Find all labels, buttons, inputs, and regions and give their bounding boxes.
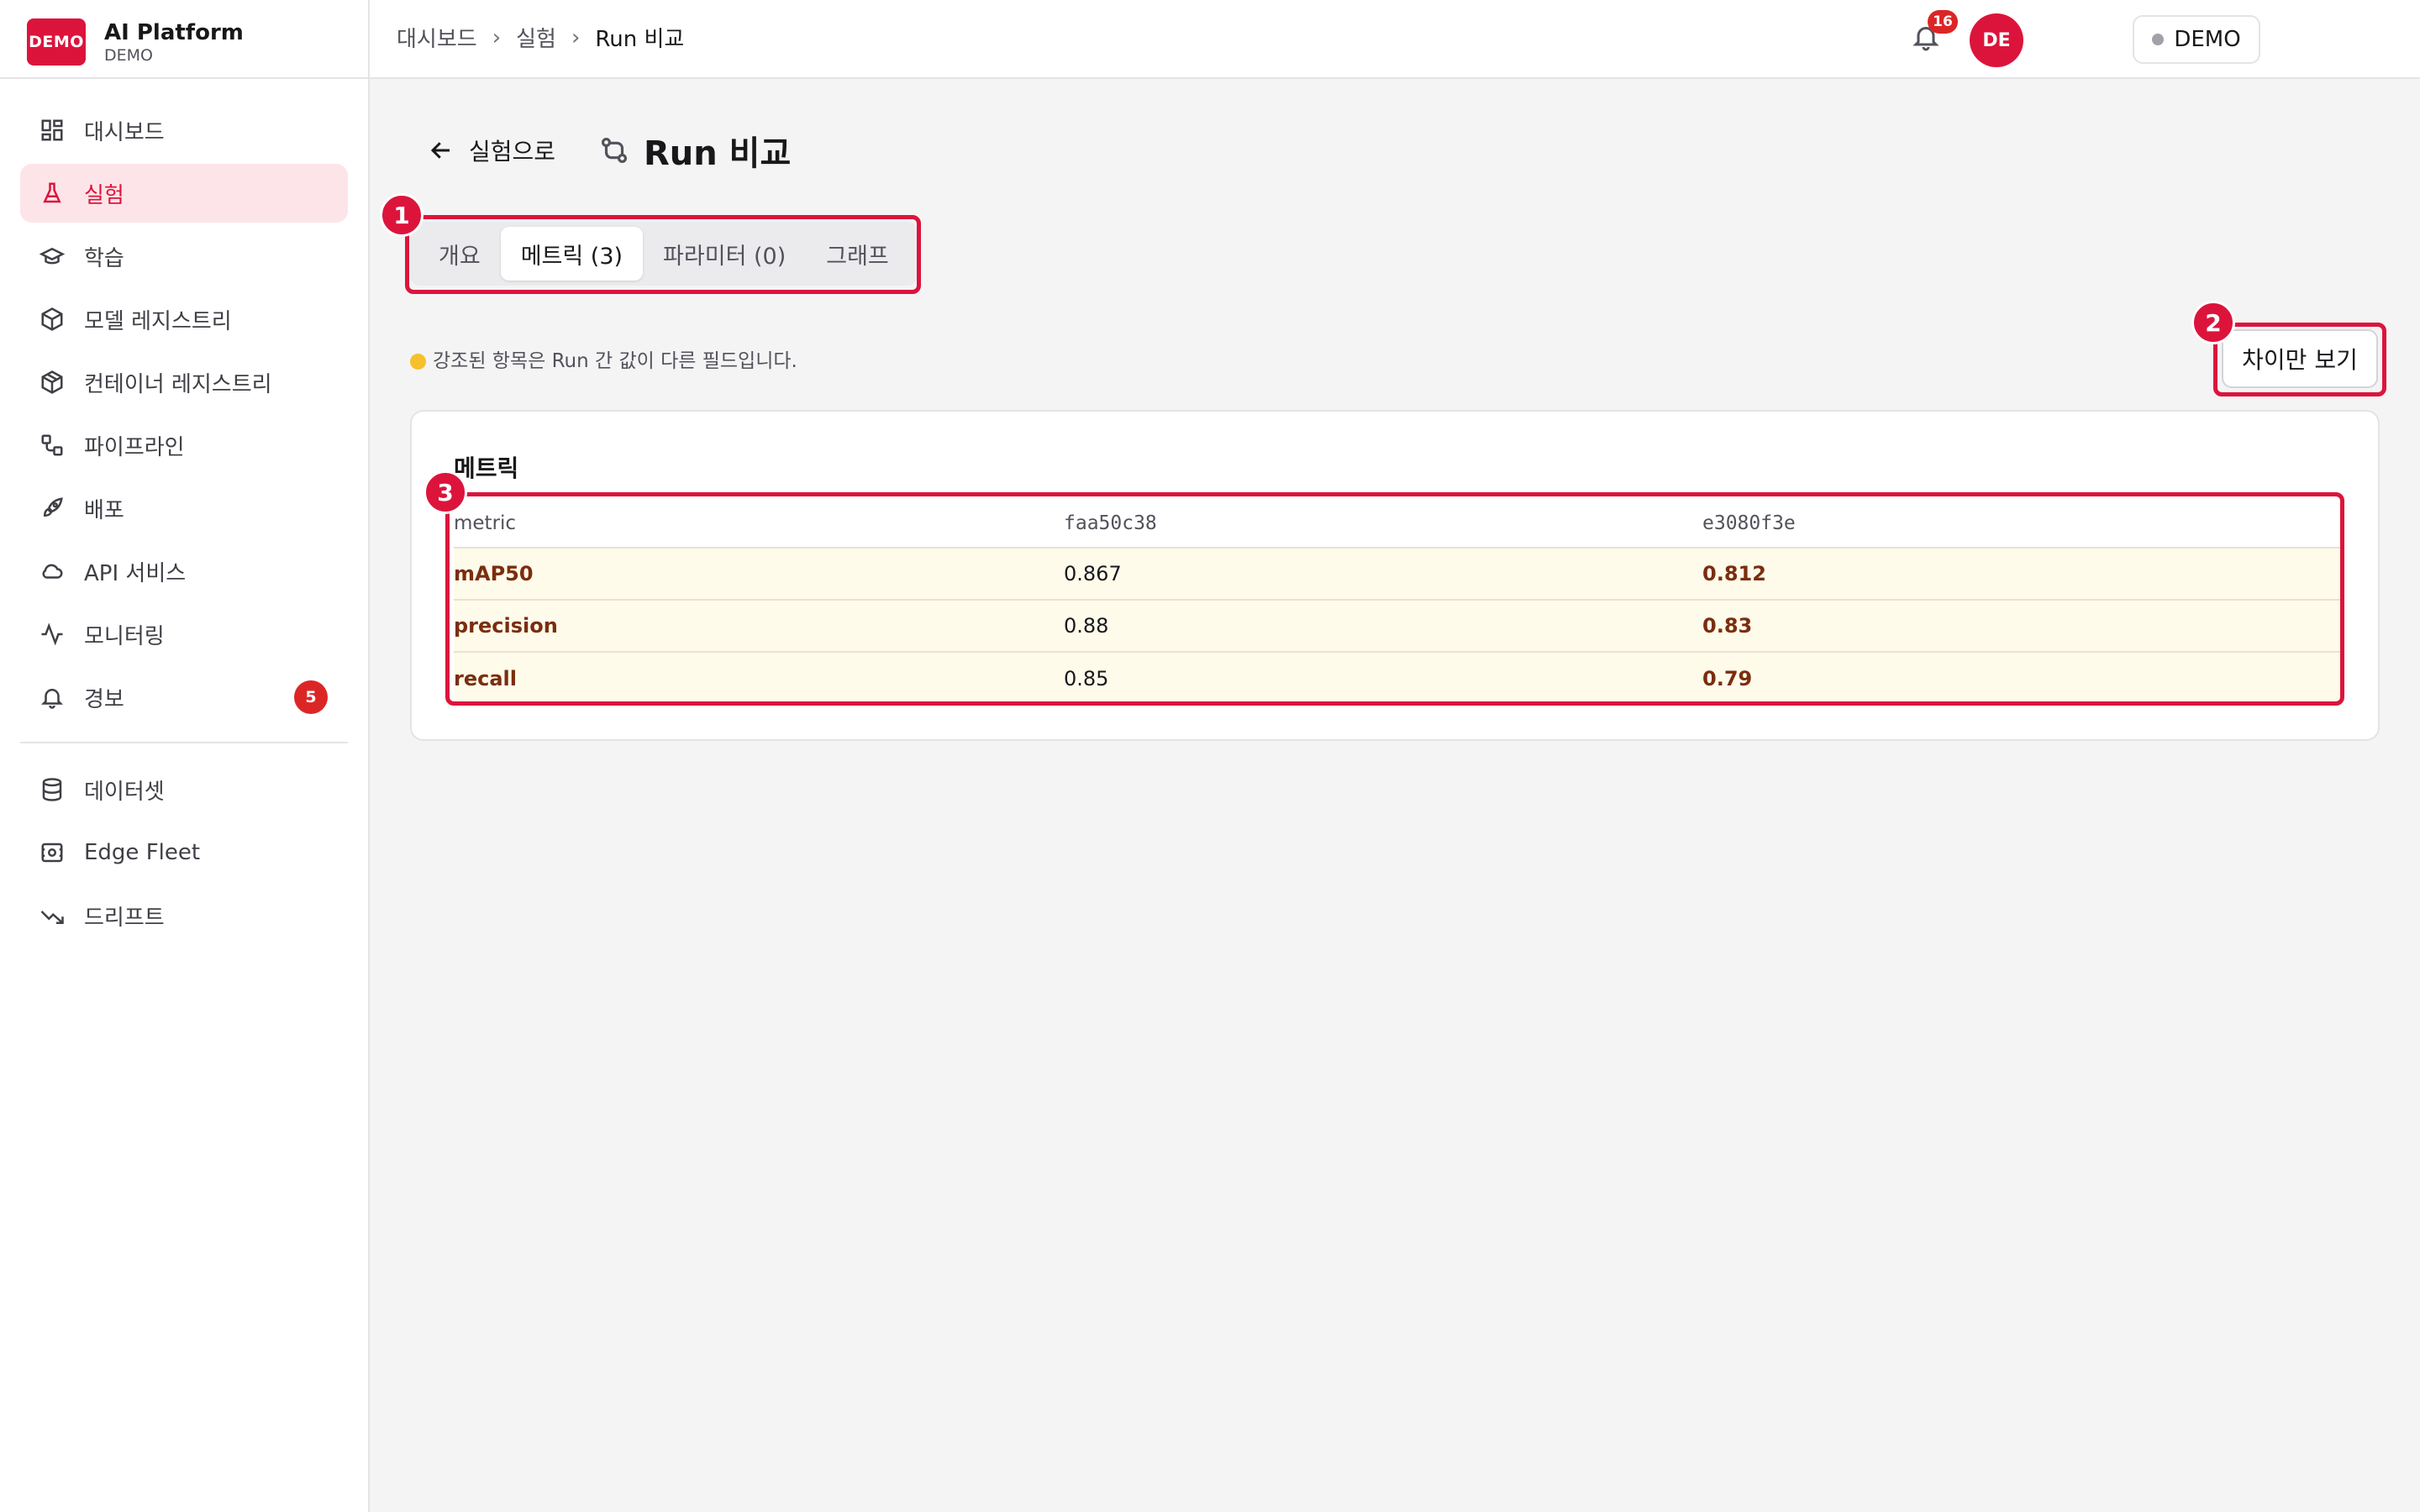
sidebar-item-label: API 서비스 [84,560,187,586]
highlight-hint: 강조된 항목은 Run 간 값이 다른 필드입니다. [410,344,797,373]
sidebar-item-deploy[interactable]: 배포 [20,479,348,538]
database-icon [39,776,66,803]
column-header-run-b: e3080f3e [1702,512,1796,534]
cpu-icon [39,839,66,866]
column-header-run-a: faa50c38 [1064,512,1157,534]
workflow-icon [39,432,66,459]
sidebar-item-label: 모델 레지스트리 [84,308,232,334]
dashboard-icon [39,117,66,144]
breadcrumb: 대시보드 › 실험 › Run 비교 [397,22,684,53]
hint-text: 강조된 항목은 Run 간 값이 다른 필드입니다. [433,350,797,372]
activity-icon [39,621,66,648]
table-row: precision 0.88 0.83 [454,600,2343,652]
metric-value-run-a: 0.88 [1064,614,1109,638]
metric-value-run-a: 0.85 [1064,666,1109,690]
brand-logo: DEMO [27,18,86,66]
flask-icon [39,180,66,207]
bell-icon [39,684,66,711]
annotation-marker-1: 1 [380,193,424,237]
tab-overview[interactable]: 개요 [418,227,501,281]
metric-value-run-b: 0.83 [1702,614,1753,638]
sidebar-item-model-registry[interactable]: 모델 레지스트리 [20,290,348,349]
chevron-right-icon: › [492,24,502,50]
sidebar: DEMO AI Platform DEMO 대시보드 실험 학습 모델 레지스트… [0,0,370,1512]
package-icon [39,369,66,396]
sidebar-item-label: 배포 [84,497,124,523]
metric-value-run-b: 0.79 [1702,666,1753,690]
avatar[interactable]: DE [1970,13,2023,67]
breadcrumb-dashboard[interactable]: 대시보드 [397,22,477,53]
column-header-metric: metric [454,512,517,534]
breadcrumb-current: Run 비교 [595,27,685,52]
sidebar-divider [20,742,348,743]
metrics-card: 메트릭 metric faa50c38 e3080f3e mAP50 0.867… [410,410,2380,741]
brand[interactable]: DEMO AI Platform DEMO [27,17,244,67]
status-dot-icon [2152,34,2165,45]
sidebar-item-label: 실험 [84,182,124,208]
trending-down-icon [39,902,66,929]
sidebar-item-label: 컨테이너 레지스트리 [84,371,272,397]
back-to-experiments-button[interactable]: 실험으로 [429,129,555,171]
table-header-row: metric faa50c38 e3080f3e [454,499,2343,548]
metric-name: precision [454,614,558,638]
arrow-left-icon [430,142,450,159]
sidebar-item-label: 드리프트 [84,905,165,931]
chevron-right-icon: › [571,24,581,50]
page-header: Run 비교 [598,124,791,176]
rocket-icon [39,495,66,522]
alerts-count-badge: 5 [294,680,328,714]
brand-title: AI Platform [104,20,244,45]
sidebar-item-monitoring[interactable]: 모니터링 [20,605,348,664]
show-diff-only-button[interactable]: 차이만 보기 [2222,329,2378,388]
tab-metrics[interactable]: 메트릭 (3) [500,227,644,281]
sidebar-nav: 대시보드 실험 학습 모델 레지스트리 컨테이너 레지스트리 파이프라인 배포 [20,101,348,949]
sidebar-item-label: 학습 [84,245,124,271]
cloud-icon [39,558,66,585]
breadcrumb-experiments[interactable]: 실험 [516,22,556,53]
sidebar-item-edge-fleet[interactable]: Edge Fleet [20,823,348,882]
metric-name: mAP50 [454,562,534,585]
sidebar-item-drift[interactable]: 드리프트 [20,886,348,945]
sidebar-item-label: 경보 [84,686,124,712]
metrics-table: metric faa50c38 e3080f3e mAP50 0.867 0.8… [454,499,2343,704]
table-row: recall 0.85 0.79 [454,652,2343,704]
sidebar-item-label: 데이터셋 [84,779,165,805]
highlight-dot-icon [410,353,426,370]
annotation-marker-3: 3 [424,470,467,514]
sidebar-item-api-services[interactable]: API 서비스 [20,542,348,601]
sidebar-item-label: 파이프라인 [84,434,185,460]
annotation-marker-2: 2 [2191,301,2235,344]
topbar: 대시보드 › 실험 › Run 비교 DEMO [370,0,2420,79]
metric-value-run-a: 0.867 [1064,562,1122,585]
sidebar-item-alerts[interactable]: 경보 5 [20,668,348,727]
sidebar-item-dashboard[interactable]: 대시보드 [20,101,348,160]
page-title: Run 비교 [644,134,792,173]
sidebar-item-pipelines[interactable]: 파이프라인 [20,416,348,475]
sidebar-item-datasets[interactable]: 데이터셋 [20,760,348,819]
environment-label: DEMO [2174,27,2241,52]
git-compare-icon [601,137,628,164]
metrics-title: 메트릭 [454,454,519,482]
environment-selector[interactable]: DEMO [2133,15,2260,64]
sidebar-item-container-registry[interactable]: 컨테이너 레지스트리 [20,353,348,412]
back-label: 실험으로 [469,138,556,165]
sidebar-item-label: Edge Fleet [84,840,201,865]
metric-name: recall [454,666,517,690]
graduation-cap-icon [39,243,66,270]
sidebar-item-experiments[interactable]: 실험 [20,164,348,223]
sidebar-item-label: 모니터링 [84,623,165,649]
metric-value-run-b: 0.812 [1702,562,1766,585]
compare-tabs: 개요 메트릭 (3) 파라미터 (0) 그래프 [410,222,918,286]
sidebar-item-label: 대시보드 [84,119,165,145]
tab-parameters[interactable]: 파라미터 (0) [643,227,806,281]
brand-subtitle: DEMO [104,46,153,65]
sidebar-item-training[interactable]: 학습 [20,227,348,286]
sidebar-divider [0,77,370,79]
tab-graph[interactable]: 그래프 [806,227,909,281]
notifications-count-badge: 16 [1928,10,1958,34]
box-icon [39,306,66,333]
table-row: mAP50 0.867 0.812 [454,548,2343,600]
